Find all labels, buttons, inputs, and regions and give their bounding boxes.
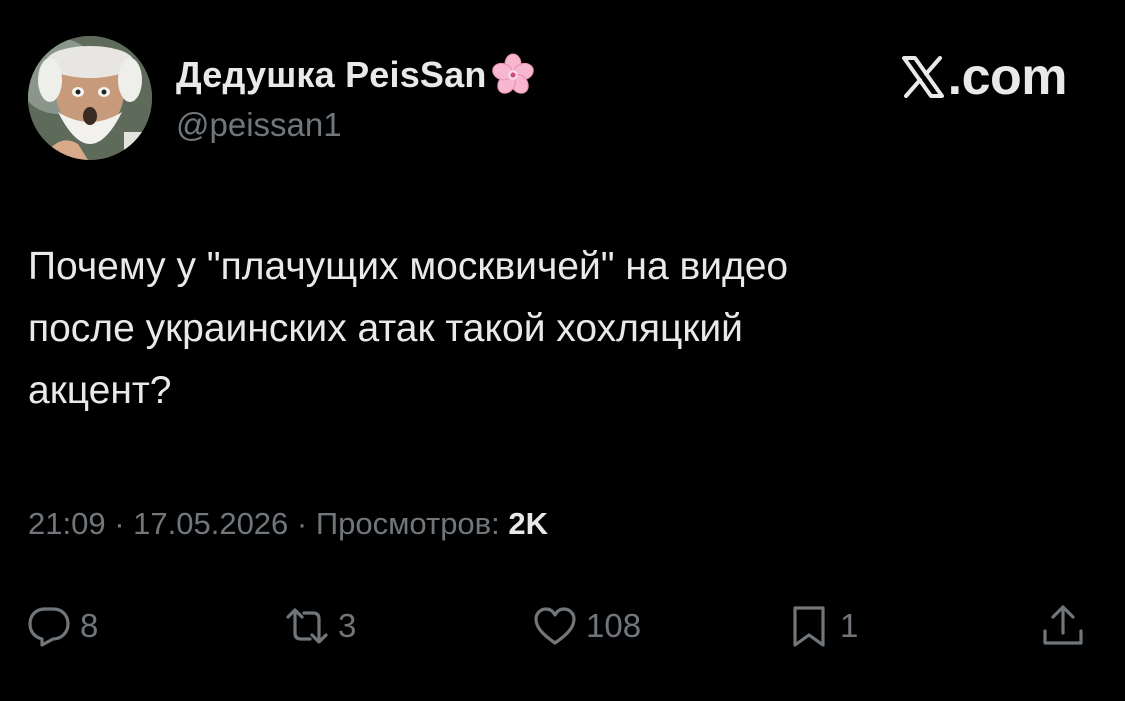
reply-icon <box>26 603 72 649</box>
brand-domain: .com <box>947 48 1068 106</box>
tweet-card: Дедушка PeisSan @peissan1 .com Почему у … <box>0 0 1125 701</box>
tweet-time[interactable]: 21:09 <box>28 506 106 541</box>
avatar[interactable] <box>28 36 152 160</box>
author-handle[interactable]: @peissan1 <box>176 106 342 144</box>
retweet-count: 3 <box>338 607 357 644</box>
heart-icon <box>532 603 578 649</box>
retweet-icon <box>284 603 330 649</box>
author-name-row[interactable]: Дедушка PeisSan <box>176 52 537 98</box>
meta-separator: · <box>105 506 134 541</box>
tweet-text: Почему у "плачущих москвичей" на видео п… <box>28 245 789 412</box>
author-display-name[interactable]: Дедушка PeisSan <box>176 54 487 96</box>
avatar-image <box>28 36 152 160</box>
like-button[interactable]: 108 <box>532 596 641 656</box>
views-count: 2K <box>508 506 549 541</box>
share-icon <box>1040 603 1086 649</box>
share-button[interactable] <box>1040 596 1086 656</box>
reply-button[interactable]: 8 <box>26 596 98 656</box>
bookmark-count: 1 <box>840 607 859 644</box>
x-logo-icon <box>900 54 946 100</box>
bookmark-button[interactable]: 1 <box>786 596 858 656</box>
cherry-blossom-icon <box>489 51 537 99</box>
brand-label: .com <box>900 48 1068 106</box>
retweet-button[interactable]: 3 <box>284 596 356 656</box>
reply-count: 8 <box>80 607 99 644</box>
tweet-date[interactable]: 17.05.2026 <box>133 506 288 541</box>
bookmark-icon <box>786 603 832 649</box>
meta-separator: · <box>288 506 316 541</box>
like-count: 108 <box>586 607 642 644</box>
action-bar: 8 3 108 1 <box>0 596 1125 656</box>
views-label: Просмотров: <box>315 506 509 541</box>
tweet-meta: 21:09 · 17.05.2026 · Просмотров: 2K <box>28 506 548 542</box>
